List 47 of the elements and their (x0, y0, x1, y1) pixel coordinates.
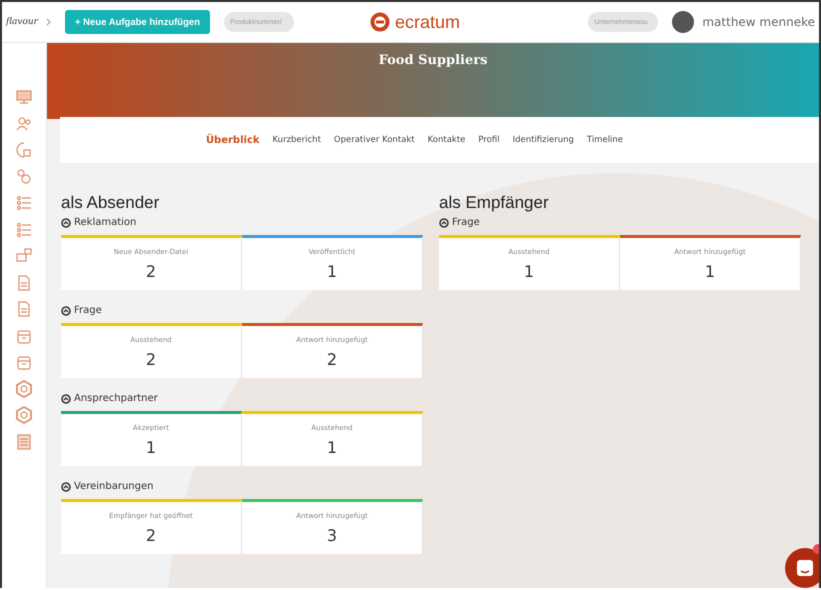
collapse-icon (61, 394, 71, 404)
tab[interactable]: Identifizierung (512, 135, 574, 145)
users-icon[interactable] (15, 114, 33, 132)
card-count: 1 (326, 438, 338, 456)
brand-name: ecratum (395, 12, 460, 32)
card-count: 2 (146, 262, 156, 280)
collapse-icon (61, 218, 71, 228)
monitor-icon[interactable] (15, 88, 33, 106)
group-toggle[interactable]: Reklamation (61, 217, 423, 228)
group-toggle[interactable]: Frage (439, 217, 801, 228)
group-title: Frage (74, 305, 102, 316)
chevron-icon[interactable] (46, 18, 51, 26)
card-count: 2 (326, 350, 338, 368)
card-count: 2 (146, 350, 156, 368)
group-title: Frage (452, 217, 480, 228)
avatar[interactable] (672, 11, 694, 33)
group-title: Ansprechpartner (74, 393, 158, 404)
card-count: 1 (524, 262, 534, 280)
tab[interactable]: Profil (478, 135, 500, 145)
group-title: Reklamation (74, 217, 136, 228)
group-title: Vereinbarungen (74, 481, 154, 492)
section-heading: als Empfänger (439, 193, 550, 213)
circles-icon[interactable] (15, 168, 33, 186)
logo[interactable]: flavour (6, 17, 40, 27)
banner-title: Food Suppliers (378, 53, 488, 70)
card-count: 1 (326, 262, 338, 280)
tab[interactable]: Timeline (586, 135, 624, 145)
card-count: 3 (326, 526, 338, 544)
collapse-icon (439, 218, 449, 228)
tab[interactable]: Überblick (206, 134, 260, 146)
card-count: 2 (146, 526, 156, 544)
tab[interactable]: Kurzbericht (272, 135, 321, 145)
tab[interactable]: Kontakte (428, 135, 466, 145)
card-count: 1 (146, 438, 156, 456)
list-icon[interactable] (15, 194, 33, 212)
list-icon[interactable] (15, 220, 33, 238)
group-toggle[interactable]: Vereinbarungen (61, 481, 423, 492)
tab[interactable]: Operativer Kontakt (334, 135, 415, 145)
section-heading: als Absender (61, 193, 160, 213)
report-icon[interactable] (15, 432, 33, 450)
collapse-icon (61, 306, 71, 316)
card-count: 1 (704, 262, 716, 280)
user-name[interactable]: matthew menneke (702, 15, 815, 29)
brand-logo-icon (370, 12, 390, 32)
group-toggle[interactable]: Ansprechpartner (61, 393, 423, 404)
collapse-icon (61, 482, 71, 492)
group-toggle[interactable]: Frage (61, 305, 423, 316)
